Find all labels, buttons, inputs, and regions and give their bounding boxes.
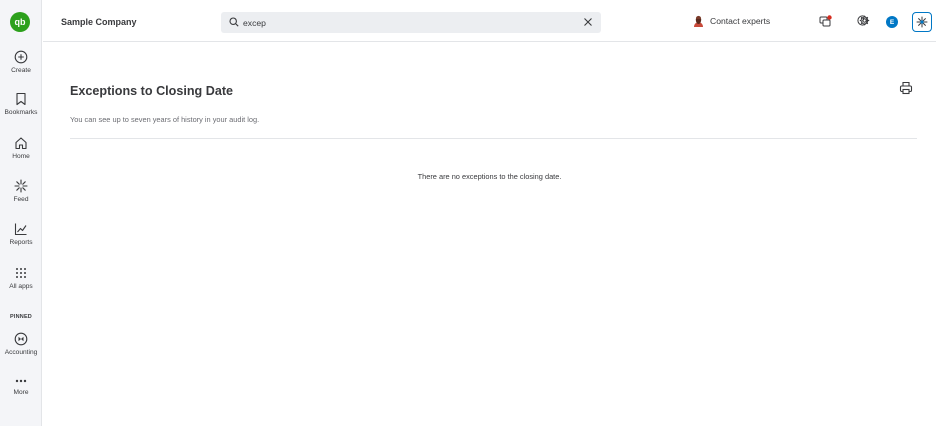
- grid-icon: [16, 268, 26, 278]
- quickbooks-logo-icon[interactable]: qb: [10, 12, 30, 32]
- nav-item-bookmarks[interactable]: Bookmarks: [0, 92, 42, 116]
- nav-item-label: Accounting: [4, 349, 38, 356]
- nav-item-accounting[interactable]: Accounting: [0, 332, 42, 356]
- more-icon: [15, 379, 27, 383]
- nav-item-label: Bookmarks: [4, 109, 38, 116]
- divider: [70, 138, 917, 139]
- nav-item-label: Reports: [9, 239, 33, 246]
- nav-item-create[interactable]: Create: [0, 50, 42, 74]
- contact-experts-label: Contact experts: [710, 16, 771, 26]
- user-avatar[interactable]: E: [886, 16, 898, 28]
- top-bar: Sample Company Contact experts E: [43, 0, 936, 42]
- nav-item-all-apps[interactable]: All apps: [0, 266, 42, 290]
- plus-circle-icon: [14, 50, 28, 64]
- accounting-icon: [14, 332, 28, 346]
- nav-item-reports[interactable]: Reports: [0, 222, 42, 246]
- logo-text: qb: [14, 17, 26, 27]
- nav-item-more[interactable]: More: [0, 376, 42, 396]
- company-name[interactable]: Sample Company: [61, 17, 137, 27]
- sparkle-icon: [916, 16, 928, 28]
- global-search[interactable]: [221, 12, 601, 33]
- page-subtitle: You can see up to seven years of history…: [70, 115, 260, 124]
- main-content: Exceptions to Closing Date You can see u…: [43, 43, 936, 426]
- home-icon: [15, 137, 27, 150]
- left-nav-rail: qb Create Bookmarks Home Feed Reports Al…: [0, 0, 42, 426]
- expert-avatar-icon: [694, 15, 703, 27]
- bookmark-icon: [16, 92, 26, 106]
- search-icon: [229, 17, 239, 27]
- empty-state-message: There are no exceptions to the closing d…: [417, 172, 562, 181]
- search-input[interactable]: [243, 15, 563, 30]
- gear-icon[interactable]: [859, 15, 870, 26]
- nav-item-label: Create: [11, 67, 31, 74]
- nav-item-label: More: [13, 389, 29, 396]
- close-icon[interactable]: [583, 17, 593, 27]
- nav-item-label: All apps: [9, 283, 33, 290]
- feed-icon: [14, 179, 28, 193]
- nav-item-home[interactable]: Home: [0, 136, 42, 160]
- apps-notification-icon[interactable]: [819, 15, 832, 28]
- ai-assistant-button[interactable]: [912, 12, 932, 32]
- contact-experts-button[interactable]: Contact experts: [693, 15, 770, 27]
- reports-icon: [14, 223, 27, 236]
- page-title: Exceptions to Closing Date: [70, 84, 234, 98]
- print-icon[interactable]: [899, 81, 913, 95]
- pinned-heading: PINNED: [10, 314, 32, 320]
- nav-item-label: Feed: [13, 196, 29, 203]
- nav-item-feed[interactable]: Feed: [0, 179, 42, 203]
- nav-item-label: Home: [12, 153, 30, 160]
